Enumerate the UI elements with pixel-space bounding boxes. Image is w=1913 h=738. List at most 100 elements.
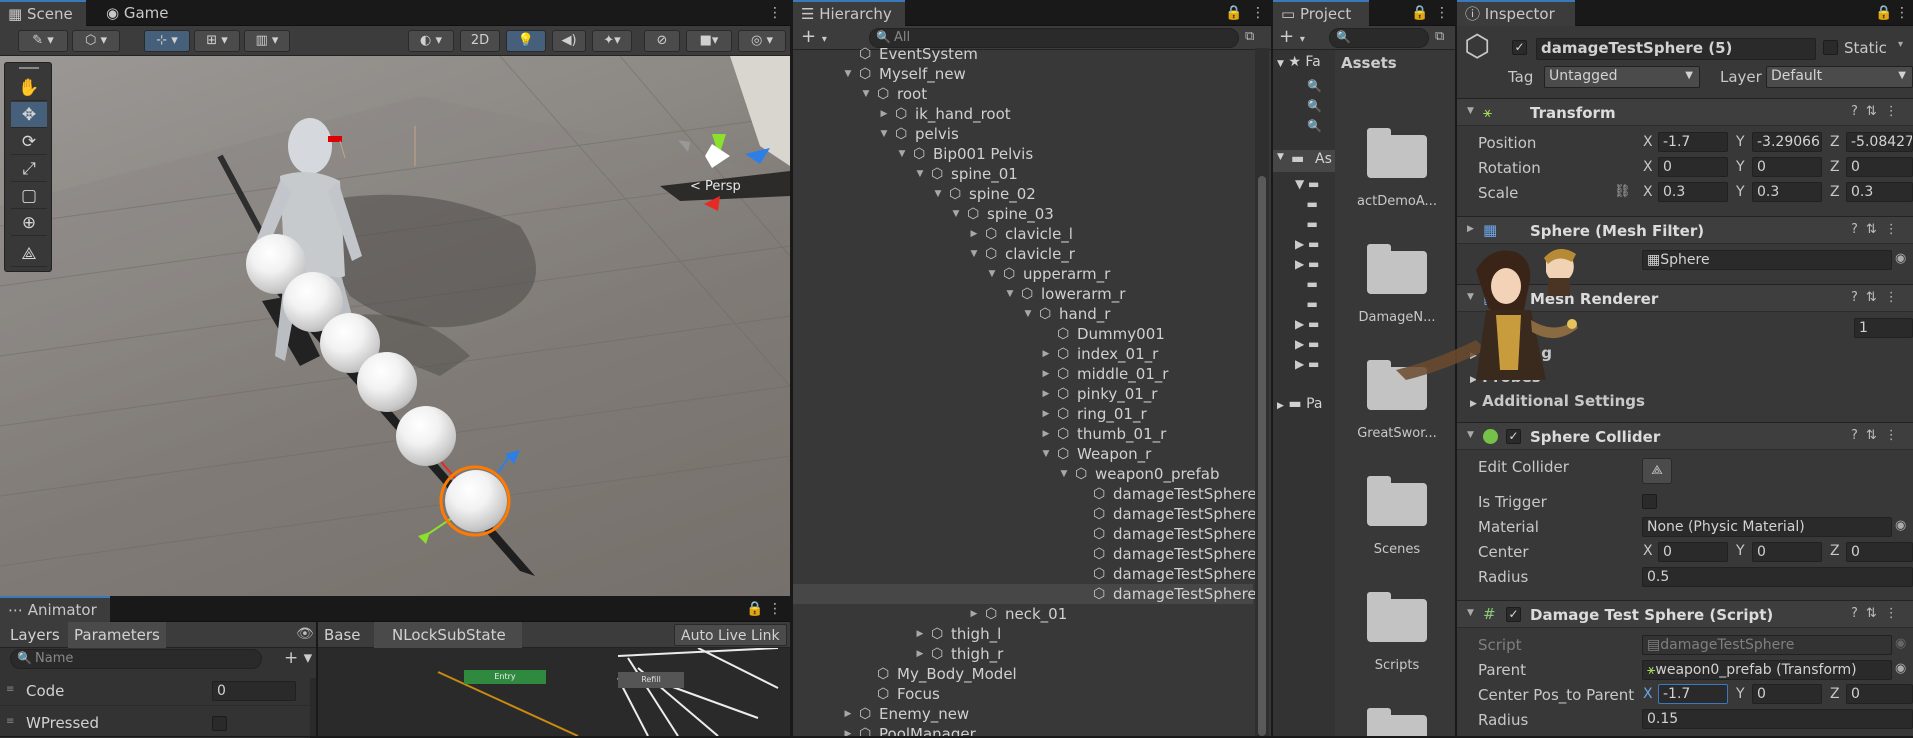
expand-arrow-right-icon[interactable]: ▶ bbox=[1041, 344, 1051, 364]
folder-icon[interactable] bbox=[1367, 476, 1427, 526]
hierarchy-item[interactable]: ▶ ⬡ thigh_l bbox=[793, 624, 1253, 644]
tab-layers[interactable]: Layers bbox=[10, 626, 60, 644]
mesh-field[interactable]: ▦Sphere bbox=[1642, 250, 1892, 270]
center-y-field[interactable]: 0 bbox=[1752, 542, 1822, 562]
hierarchy-item[interactable]: ▼ ⬡ weapon0_prefab bbox=[793, 464, 1253, 484]
damage-sphere-3[interactable] bbox=[357, 352, 417, 412]
tab-hierarchy[interactable]: ☰ Hierarchy bbox=[793, 0, 905, 26]
tag-dropdown[interactable]: Untagged ▼ bbox=[1544, 66, 1700, 88]
hierarchy-item[interactable]: ▼ ⬡ Bip001 Pelvis bbox=[793, 144, 1253, 164]
expand-arrow-right-icon[interactable]: ▶ bbox=[969, 224, 979, 244]
tab-project[interactable]: ▭ Project bbox=[1273, 0, 1369, 26]
hand-icon[interactable]: ✋ bbox=[11, 75, 47, 101]
param-search-input[interactable]: 🔍 Name bbox=[10, 649, 262, 669]
kebab-menu-icon[interactable]: ⋮ bbox=[1435, 5, 1449, 21]
audio-toggle[interactable]: ◀) bbox=[552, 30, 586, 52]
center-x-field[interactable]: 0 bbox=[1658, 542, 1728, 562]
grid-snap-dropdown[interactable]: ⊞ ▾ bbox=[194, 30, 240, 52]
hierarchy-item[interactable]: ⬡ damageTestSphere bbox=[793, 584, 1257, 604]
expand-arrow-right-icon[interactable]: ▶ bbox=[915, 644, 925, 664]
hierarchy-item[interactable]: ⬡ Dummy001 bbox=[793, 324, 1253, 344]
project-search-input[interactable]: 🔍 bbox=[1329, 28, 1429, 48]
expand-arrow-down-icon[interactable]: ▼ bbox=[1023, 304, 1033, 324]
hierarchy-item[interactable]: ▼ ⬡ hand_r bbox=[793, 304, 1253, 324]
expand-arrow-down-icon[interactable]: ▼ bbox=[1041, 444, 1051, 464]
expand-arrow-down-icon[interactable]: ▼ bbox=[861, 84, 871, 104]
folder-icon[interactable] bbox=[1367, 128, 1427, 178]
additional-settings-foldout[interactable]: ▶ Additional Settings bbox=[1470, 392, 1645, 410]
component-enabled-checkbox[interactable]: ✓ bbox=[1506, 607, 1521, 622]
static-checkbox[interactable] bbox=[1823, 40, 1838, 55]
rotation-x-field[interactable]: 0 bbox=[1658, 157, 1728, 177]
hierarchy-item[interactable]: ⬡ damageTestSphere bbox=[793, 544, 1257, 564]
2d-toggle[interactable]: 2D bbox=[460, 30, 500, 52]
kebab-menu-icon[interactable]: ⋮ bbox=[1251, 5, 1265, 21]
object-picker-icon[interactable]: ◉ bbox=[1895, 518, 1906, 533]
hierarchy-item[interactable]: ⬡ Focus bbox=[793, 684, 1253, 704]
foldout-arrow-icon[interactable]: ▼ bbox=[1467, 106, 1474, 116]
object-name-field[interactable]: damageTestSphere (5) bbox=[1536, 38, 1816, 60]
component-menu-icons[interactable]: ?⇅⋮ bbox=[1851, 428, 1906, 443]
sphere-collider-header[interactable]: ▼ ✓ Sphere Collider ?⇅⋮ bbox=[1457, 422, 1913, 450]
hierarchy-item[interactable]: ▶ ⬡ PoolManager bbox=[793, 724, 1253, 736]
kebab-menu-icon[interactable]: ⋮ bbox=[768, 601, 782, 617]
position-z-field[interactable]: -5.08427 bbox=[1846, 132, 1913, 152]
scene-viewport[interactable]: < Persp ✋ ✥ ⟳ ⤢ ▢ ⊕ ⟁ bbox=[0, 56, 790, 596]
expand-arrow-right-icon[interactable]: ▶ bbox=[1041, 364, 1051, 384]
eye-icon[interactable]: 👁 bbox=[296, 626, 314, 642]
hierarchy-item[interactable]: ▼ ⬡ Myself_new bbox=[793, 64, 1253, 84]
drag-handle-icon[interactable]: ≡ bbox=[6, 684, 14, 695]
effects-dropdown[interactable]: ✦▾ bbox=[592, 30, 632, 52]
expand-arrow-right-icon[interactable]: ▶ bbox=[843, 704, 853, 724]
script-radius-field[interactable]: 0.15 bbox=[1642, 709, 1913, 729]
breadcrumb-base[interactable]: Base bbox=[324, 626, 373, 644]
component-enabled-checkbox[interactable]: ✓ bbox=[1506, 429, 1521, 444]
tree-packages[interactable]: ▶ ▬ Pa bbox=[1277, 396, 1322, 412]
is-trigger-checkbox[interactable] bbox=[1642, 494, 1657, 509]
rotation-z-field[interactable]: 0 bbox=[1846, 157, 1913, 177]
hierarchy-item[interactable]: ▶ ⬡ neck_01 bbox=[793, 604, 1253, 624]
expand-arrow-right-icon[interactable]: ▶ bbox=[843, 724, 853, 736]
scale-x-field[interactable]: 0.3 bbox=[1658, 182, 1728, 202]
materials-size-field[interactable]: 1 bbox=[1854, 318, 1913, 338]
lock-icon[interactable]: 🔒 bbox=[746, 601, 763, 617]
material-field[interactable]: None (Physic Material) bbox=[1642, 517, 1892, 537]
draw-mode-dropdown[interactable]: ✎ ▾ bbox=[18, 30, 68, 52]
expand-arrow-down-icon[interactable]: ▼ bbox=[987, 264, 997, 284]
custom-tool-icon[interactable]: ⟁ bbox=[11, 241, 47, 267]
tab-scene[interactable]: ▦ Scene bbox=[0, 0, 86, 26]
parent-field[interactable]: ⚹weapon0_prefab (Transform) bbox=[1642, 660, 1892, 680]
param-int-field[interactable]: 0 bbox=[212, 681, 296, 701]
search-filter-icon[interactable]: ⧉ bbox=[1245, 29, 1254, 44]
tab-game[interactable]: ◉ Game bbox=[98, 0, 177, 26]
scrollbar[interactable] bbox=[310, 678, 316, 736]
component-menu-icons[interactable]: ?⇅⋮ bbox=[1851, 104, 1906, 119]
tree-assets[interactable]: ▼ ▬ As bbox=[1273, 150, 1335, 172]
expand-arrow-right-icon[interactable]: ▶ bbox=[1041, 424, 1051, 444]
lighting-toggle[interactable]: 💡 bbox=[506, 30, 546, 52]
hierarchy-item[interactable]: ▼ ⬡ Weapon_r bbox=[793, 444, 1253, 464]
scrollbar[interactable] bbox=[1255, 48, 1269, 736]
lock-icon[interactable]: 🔒 bbox=[1875, 5, 1892, 21]
component-menu-icons[interactable]: ?⇅⋮ bbox=[1851, 290, 1906, 305]
object-picker-icon[interactable]: ◉ bbox=[1895, 661, 1906, 676]
hierarchy-item[interactable]: ▼ ⬡ clavicle_r bbox=[793, 244, 1253, 264]
tree-asset-folders[interactable]: ▼ ▬ ▬ ▬ ▶ ▬ ▶ ▬ ▬ ▬ ▶ ▬ ▶ ▬ ▶ ▬ bbox=[1295, 174, 1319, 374]
hierarchy-item[interactable]: ▶ ⬡ pinky_01_r bbox=[793, 384, 1253, 404]
folder-icon[interactable] bbox=[1367, 592, 1427, 642]
hierarchy-item[interactable]: ▼ ⬡ lowerarm_r bbox=[793, 284, 1253, 304]
object-picker-icon[interactable]: ◉ bbox=[1895, 251, 1906, 266]
center-pos-x-field[interactable]: -1.7 bbox=[1658, 684, 1728, 704]
breadcrumb-substate[interactable]: NLockSubState bbox=[374, 622, 522, 648]
expand-arrow-down-icon[interactable]: ▼ bbox=[951, 204, 961, 224]
render-mode-dropdown[interactable]: ⬡ ▾ bbox=[72, 30, 120, 52]
drag-handle-icon[interactable]: ≡ bbox=[6, 716, 14, 727]
tab-inspector[interactable]: ⓘ Inspector bbox=[1457, 0, 1575, 26]
expand-arrow-right-icon[interactable]: ▶ bbox=[915, 624, 925, 644]
center-pos-z-field[interactable]: 0 bbox=[1846, 684, 1913, 704]
position-x-field[interactable]: -1.7 bbox=[1658, 132, 1728, 152]
transform-icon[interactable]: ⊕ bbox=[11, 210, 47, 236]
hidden-objects-toggle[interactable]: ⊘ bbox=[644, 30, 680, 52]
auto-live-link-button[interactable]: Auto Live Link bbox=[674, 624, 787, 646]
expand-arrow-down-icon[interactable]: ▼ bbox=[879, 124, 889, 144]
